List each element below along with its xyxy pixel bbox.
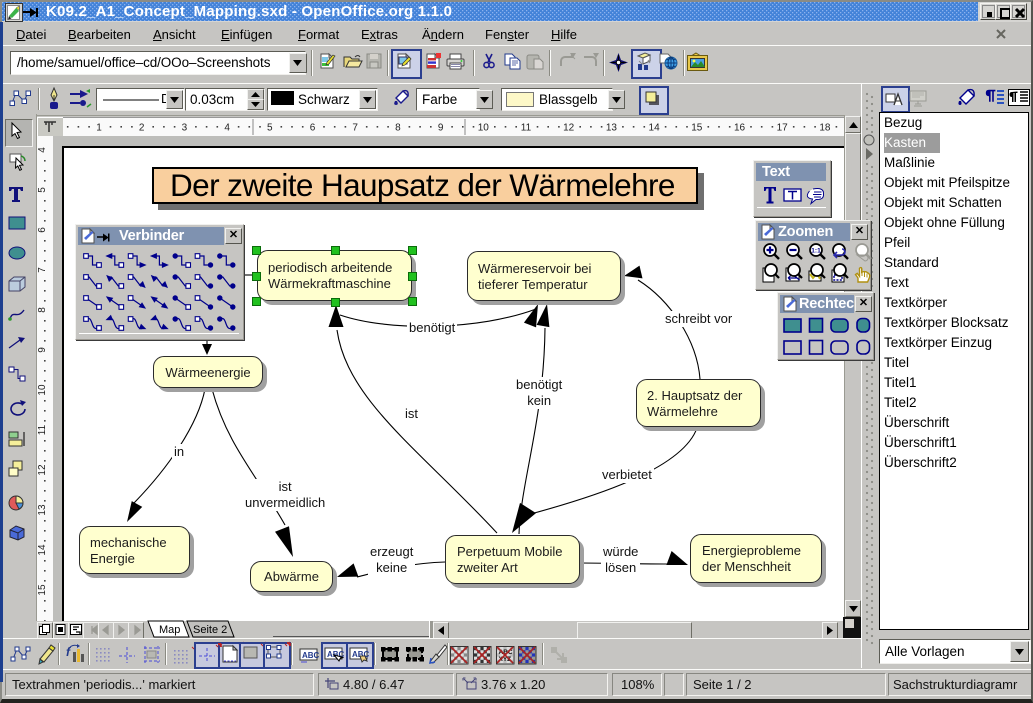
svg-text:Seite 2: Seite 2 (193, 624, 227, 636)
svg-text:Map: Map (159, 624, 180, 636)
svg-text:1:1: 1:1 (811, 248, 821, 255)
svg-text:ABC: ABC (302, 651, 320, 660)
